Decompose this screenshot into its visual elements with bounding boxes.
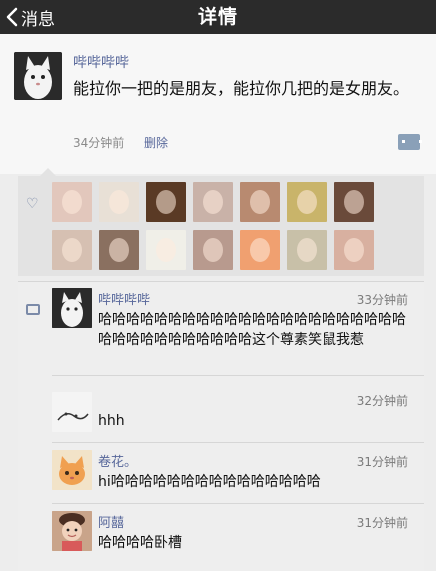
commenter-avatar[interactable]: [52, 450, 92, 490]
avatar-face: [203, 190, 223, 214]
comment-divider: [52, 375, 424, 376]
comment-text: hhh: [98, 413, 125, 429]
like-avatar[interactable]: [240, 230, 280, 270]
comment-time: 31分钟前: [356, 455, 408, 469]
child-avatar-icon: [52, 511, 92, 551]
like-avatar[interactable]: [193, 230, 233, 270]
avatar-face: [344, 238, 364, 262]
comment-text: 哈哈哈哈哈哈哈哈哈哈哈哈哈哈哈哈哈哈哈哈哈哈哈哈哈哈哈哈哈哈哈哈哈这个尊素笑鼠我…: [98, 312, 406, 348]
avatar-face: [62, 238, 82, 262]
like-avatar[interactable]: [334, 230, 374, 270]
comment-button[interactable]: [398, 134, 422, 150]
comment-text: hi哈哈哈哈哈哈哈哈哈哈哈哈哈哈哈: [98, 474, 321, 490]
like-avatar[interactable]: [334, 182, 374, 222]
commenter-name[interactable]: 阿囍: [98, 512, 124, 531]
like-avatar[interactable]: [99, 182, 139, 222]
comment-divider: [52, 442, 424, 443]
delete-button[interactable]: 删除: [144, 134, 168, 151]
avatar-face: [156, 238, 176, 262]
cat-avatar-icon: [52, 450, 92, 490]
sketch-avatar-icon: [52, 392, 92, 432]
avatar-face: [344, 190, 364, 214]
avatar-face: [156, 190, 176, 214]
heart-icon: ♡: [26, 196, 39, 212]
commenter-avatar[interactable]: [52, 392, 92, 432]
comment-text: 哈哈哈哈卧槽: [98, 535, 182, 551]
avatar-face: [297, 238, 317, 262]
commenter-name[interactable]: 哔哔哔哔: [98, 289, 150, 308]
comment-time: 33分钟前: [356, 293, 408, 307]
navigation-bar: 消息 详情: [0, 0, 436, 34]
avatar-face: [250, 190, 270, 214]
commenter-name[interactable]: 卷花。: [98, 451, 137, 470]
like-avatar[interactable]: [193, 182, 233, 222]
avatar-face: [250, 238, 270, 262]
comment-icon: [26, 304, 40, 315]
avatar-face: [109, 238, 129, 262]
like-avatar[interactable]: [146, 182, 186, 222]
avatar-face: [297, 190, 317, 214]
avatar-face: [62, 190, 82, 214]
post-author-name[interactable]: 哔哔哔哔: [73, 52, 129, 72]
page-title: 详情: [197, 6, 238, 28]
commenter-avatar[interactable]: [52, 288, 92, 328]
avatar-face: [109, 190, 129, 214]
comment-time: 32分钟前: [356, 394, 408, 408]
like-avatar[interactable]: [52, 182, 92, 222]
like-avatar[interactable]: [99, 230, 139, 270]
post-content: 能拉你一把的是朋友，能拉你几把的是女朋友。: [73, 79, 410, 98]
avatar-face: [203, 238, 223, 262]
author-avatar[interactable]: [14, 52, 62, 100]
cat-avatar-icon: [52, 288, 92, 328]
comment-divider: [52, 503, 424, 504]
cat-avatar-icon: [14, 52, 62, 100]
like-avatar[interactable]: [287, 230, 327, 270]
commenter-avatar[interactable]: [52, 511, 92, 551]
comment-time: 31分钟前: [356, 516, 408, 530]
like-avatar[interactable]: [52, 230, 92, 270]
like-avatar[interactable]: [240, 182, 280, 222]
like-avatar[interactable]: [146, 230, 186, 270]
like-avatar[interactable]: [287, 182, 327, 222]
post-time: 34分钟前: [73, 136, 125, 150]
moment-post: 哔哔哔哔 能拉你一把的是朋友，能拉你几把的是女朋友。 34分钟前 删除: [0, 34, 436, 174]
